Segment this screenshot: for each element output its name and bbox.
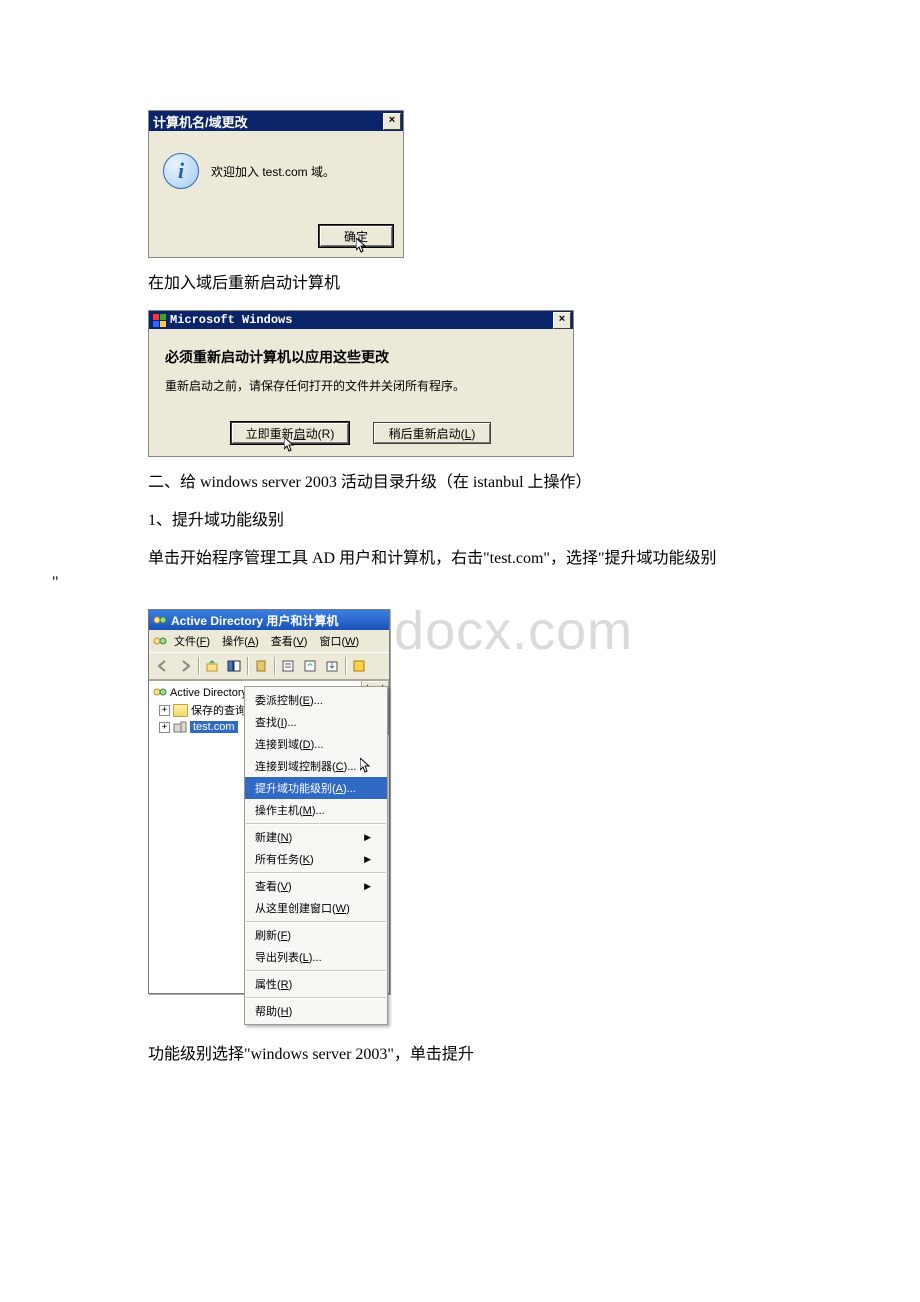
menu-file[interactable]: 文件(F) bbox=[169, 632, 215, 650]
nav-fwd-icon[interactable] bbox=[174, 655, 196, 677]
sub1-desc: 单击开始程序管理工具 AD 用户和计算机，右击"test.com"，选择"提升域… bbox=[100, 547, 820, 595]
context-menu-item[interactable]: 导出列表(L)... bbox=[245, 946, 387, 968]
context-menu-item[interactable]: 连接到域(D)... bbox=[245, 733, 387, 755]
filter-icon[interactable] bbox=[348, 655, 370, 677]
text-last: 功能级别选择"windows server 2003"，单击提升 bbox=[148, 1043, 820, 1067]
windows-flag-icon bbox=[153, 314, 166, 327]
submenu-arrow-icon: ▶ bbox=[364, 832, 371, 843]
expand-icon[interactable]: + bbox=[159, 722, 170, 733]
info-icon: i bbox=[163, 153, 199, 189]
context-menu-item[interactable]: 查找(I)... bbox=[245, 711, 387, 733]
expand-icon[interactable]: + bbox=[159, 705, 170, 716]
restart-now-button[interactable]: 立即重新启动(R) bbox=[231, 422, 349, 444]
context-menu-item[interactable]: 委派控制(E)... bbox=[245, 689, 387, 711]
close-icon[interactable]: × bbox=[553, 312, 571, 329]
refresh-icon[interactable] bbox=[299, 655, 321, 677]
menu-separator bbox=[246, 997, 386, 998]
close-icon[interactable]: × bbox=[383, 113, 401, 130]
folder-icon bbox=[173, 704, 188, 717]
show-hide-icon[interactable] bbox=[223, 655, 245, 677]
context-menu-item[interactable]: 查看(V)▶ bbox=[245, 875, 387, 897]
ad-menubar: 文件(F) 操作(A) 查看(V) 窗口(W) bbox=[149, 630, 389, 652]
menu-separator bbox=[246, 921, 386, 922]
ad-app-icon bbox=[153, 634, 167, 648]
dialog2-message: 重新启动之前，请保存任何打开的文件并关闭所有程序。 bbox=[165, 377, 557, 394]
ad-app-icon bbox=[153, 613, 167, 627]
dialog1-title: 计算机名/域更改 bbox=[153, 112, 248, 131]
menu-action[interactable]: 操作(A) bbox=[217, 632, 264, 650]
dialog-restart: Microsoft Windows × 必须重新启动计算机以应用这些更改 重新启… bbox=[148, 310, 574, 457]
context-menu: 委派控制(E)...查找(I)...连接到域(D)...连接到域控制器(C)..… bbox=[244, 686, 388, 1025]
dialog1-message: 欢迎加入 test.com 域。 bbox=[211, 163, 335, 180]
text-after-dlg1: 在加入域后重新启动计算机 bbox=[148, 272, 820, 296]
submenu-arrow-icon: ▶ bbox=[364, 881, 371, 892]
menu-separator bbox=[246, 970, 386, 971]
menu-window[interactable]: 窗口(W) bbox=[314, 632, 364, 650]
menu-separator bbox=[246, 823, 386, 824]
dialog2-heading: 必须重新启动计算机以应用这些更改 bbox=[165, 347, 557, 367]
sub1-heading: 1、提升域功能级别 bbox=[148, 509, 820, 533]
restart-later-button[interactable]: 稍后重新启动(L) bbox=[373, 422, 491, 444]
nav-back-icon[interactable] bbox=[152, 655, 174, 677]
dialog-join-domain: 计算机名/域更改 × i 欢迎加入 test.com 域。 确定 bbox=[148, 110, 404, 258]
submenu-arrow-icon: ▶ bbox=[364, 854, 371, 865]
menu-view[interactable]: 查看(V) bbox=[266, 632, 313, 650]
context-menu-item[interactable]: 刷新(F) bbox=[245, 924, 387, 946]
up-icon[interactable] bbox=[201, 655, 223, 677]
ad-title: Active Directory 用户和计算机 bbox=[171, 612, 338, 629]
context-menu-item[interactable]: 所有任务(K)▶ bbox=[245, 848, 387, 870]
ad-toolbar bbox=[149, 652, 389, 680]
export-icon[interactable] bbox=[321, 655, 343, 677]
section-heading-2: 二、给 windows server 2003 活动目录升级（在 istanbu… bbox=[148, 471, 820, 495]
ok-button-label: 确定 bbox=[344, 230, 368, 244]
menu-separator bbox=[246, 872, 386, 873]
cut-icon[interactable] bbox=[250, 655, 272, 677]
domain-icon bbox=[173, 720, 187, 734]
context-menu-item[interactable]: 操作主机(M)... bbox=[245, 799, 387, 821]
context-menu-item[interactable]: 新建(N)▶ bbox=[245, 826, 387, 848]
context-menu-item[interactable]: 提升域功能级别(A)... bbox=[245, 777, 387, 799]
context-menu-item[interactable]: 帮助(H) bbox=[245, 1000, 387, 1022]
context-menu-item[interactable]: 连接到域控制器(C)... bbox=[245, 755, 387, 777]
context-menu-item[interactable]: 从这里创建窗口(W) bbox=[245, 897, 387, 919]
dialog1-titlebar: 计算机名/域更改 × bbox=[149, 111, 403, 131]
tree-domain-label: test.com bbox=[190, 721, 238, 733]
dialog2-title: Microsoft Windows bbox=[170, 313, 292, 327]
properties-icon[interactable] bbox=[277, 655, 299, 677]
context-menu-item[interactable]: 属性(R) bbox=[245, 973, 387, 995]
ok-button[interactable]: 确定 bbox=[319, 225, 393, 247]
